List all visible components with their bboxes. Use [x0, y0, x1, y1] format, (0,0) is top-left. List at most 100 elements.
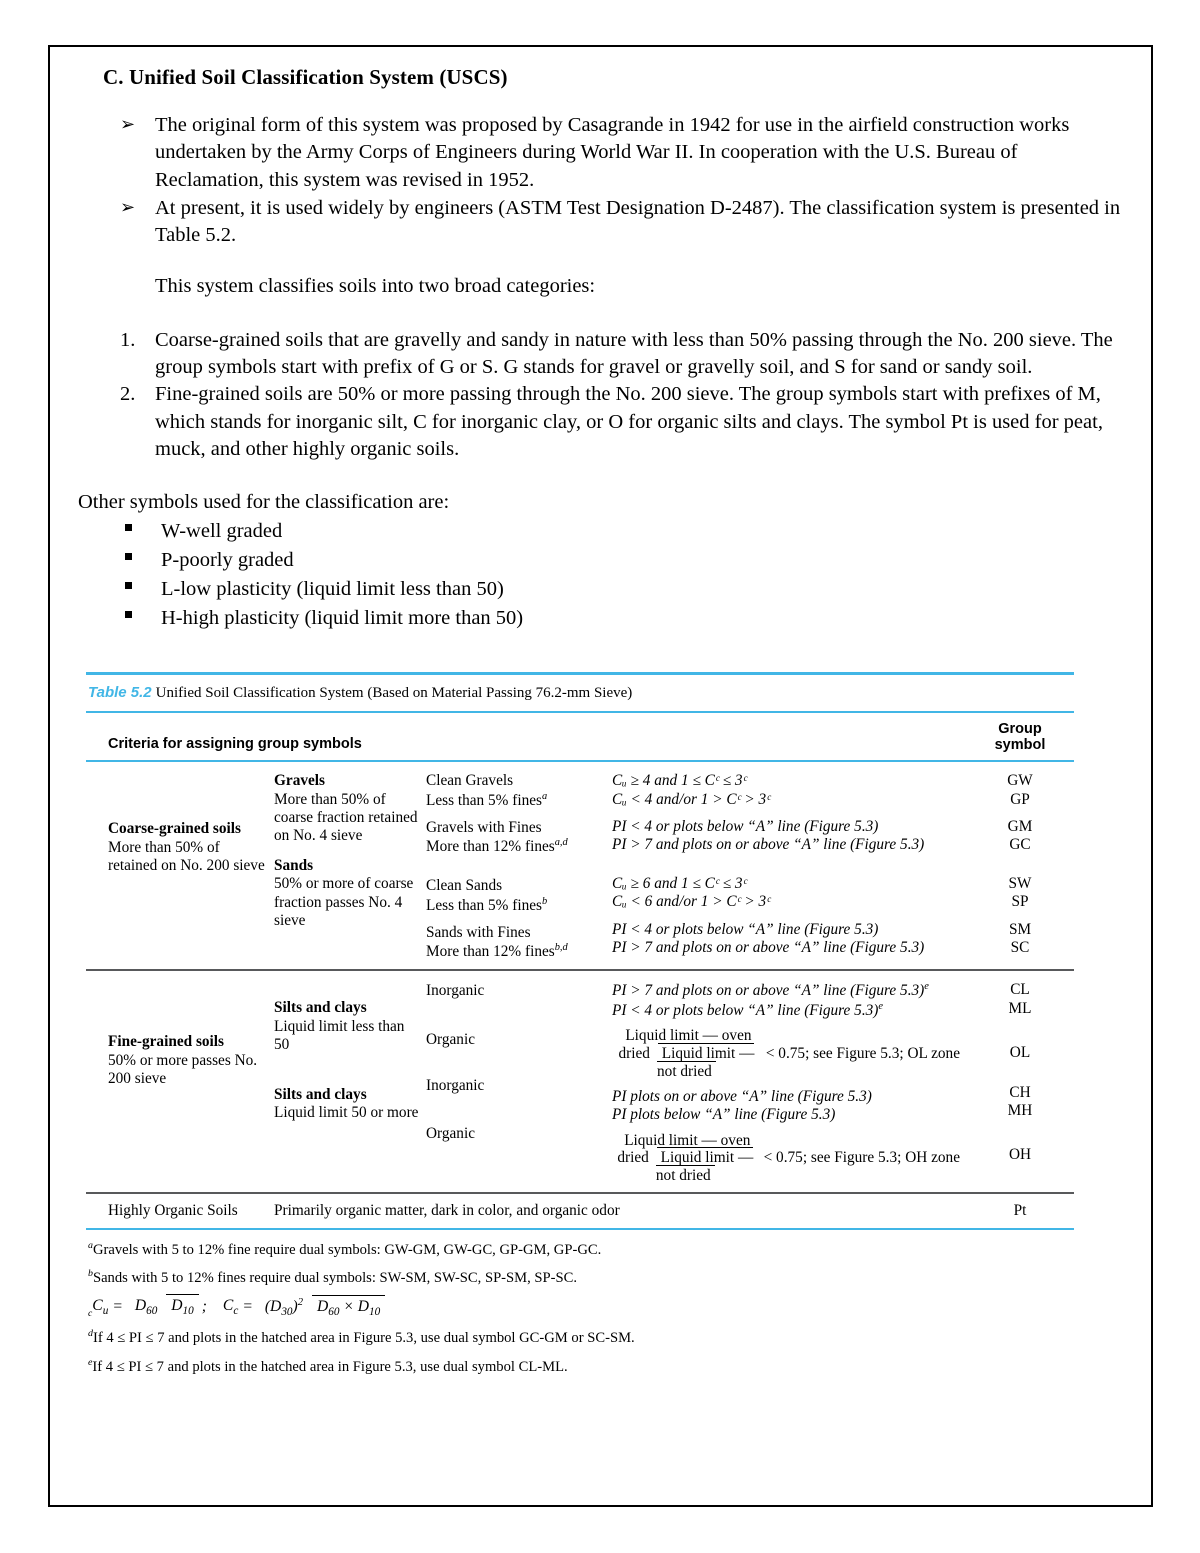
- footnote-ref: a: [541, 790, 548, 802]
- cc-symbol: Cc: [222, 1297, 239, 1318]
- division-detail: 50% or more of coarse fraction passes No…: [274, 875, 414, 929]
- footnote-text: If 4 ≤ PI ≤ 7 and plots in the hatched a…: [92, 1329, 635, 1346]
- subgroup-label: Inorganic: [426, 982, 485, 1000]
- list-item-text: W-well graded: [161, 519, 283, 542]
- subgroup-line1: Clean Gravels: [426, 772, 514, 790]
- arrow-bullet-icon: ➢: [120, 114, 136, 135]
- criteria-line: PI > 7 and plots on or above “A” line (F…: [612, 938, 925, 956]
- category-detail: 50% or more passes No. 200 sieve: [108, 1051, 258, 1087]
- page-title: C. Unified Soil Classification System (U…: [103, 65, 508, 89]
- criteria-group: Cᵤ ≥ 4 and 1 ≤ Cᶜ ≤ 3ᶜ Cᵤ < 4 and/or 1 >…: [612, 772, 960, 808]
- square-bullet-icon: [125, 610, 132, 618]
- column-header-criteria: Criteria for assigning group symbols: [108, 736, 362, 753]
- column-header-group-symbol: Group symbol: [966, 721, 1074, 753]
- group-symbol: OL: [1009, 1043, 1031, 1061]
- category-name: Fine-grained soils: [108, 1033, 225, 1051]
- footnote-ref: b: [541, 895, 548, 907]
- fraction-tail: < 0.75; see Figure 5.3; OH zone: [763, 1149, 960, 1167]
- group-symbol: SC: [1010, 938, 1030, 956]
- uscs-table-block: Table 5.2 Unified Soil Classification Sy…: [86, 671, 1074, 1378]
- cc-fraction: (D30)2 D60 × D10: [257, 1294, 388, 1319]
- group-symbol: GP: [1010, 790, 1030, 808]
- cell-criteria: PI > 7 and plots on or above “A” line (F…: [612, 971, 966, 1185]
- subgroup-line1: Sands with Fines: [426, 923, 531, 941]
- criteria-group: PI < 4 or plots below “A” line (Figure 5…: [612, 921, 960, 957]
- criteria-group: PI > 7 and plots on or above “A” line (F…: [612, 981, 960, 1020]
- square-bullet-icon: [125, 552, 132, 560]
- fraction-denominator: Liquid limit — not dried: [657, 1042, 755, 1080]
- arrow-bullet-icon: ➢: [120, 196, 136, 218]
- footnote-text: Gravels with 5 to 12% fine require dual …: [92, 1241, 602, 1258]
- arrow-bullet-list: ➢ The original form of this system was p…: [118, 112, 1128, 249]
- footnote: eIf 4 ≤ PI ≤ 7 and plots in the hatched …: [88, 1356, 1074, 1378]
- other-symbols-intro: Other symbols used for the classificatio…: [78, 491, 450, 514]
- subgroup-line2: More than 12% finesb,d: [426, 942, 568, 961]
- organic-label: Highly Organic Soils: [108, 1201, 238, 1219]
- criteria-line: PI < 4 or plots below “A” line (Figure 5…: [612, 920, 879, 938]
- criteria-line: Cᵤ < 6 and/or 1 > Cᶜ > 3ᶜ: [612, 893, 771, 911]
- subgroup-label: Organic: [426, 1125, 475, 1143]
- footnote-ref: e: [878, 1000, 884, 1012]
- table-header-row: Criteria for assigning group symbols Gro…: [86, 713, 1074, 760]
- group-symbol: CH: [1009, 1084, 1031, 1102]
- table-number: Table 5.2: [88, 683, 152, 701]
- numbered-list: 1. Coarse-grained soils that are gravell…: [118, 327, 1128, 464]
- division-name: Sands: [274, 857, 314, 875]
- subgroup-label: Organic: [426, 1030, 475, 1048]
- table-row: Fine-grained soils 50% or more passes No…: [86, 971, 1074, 1185]
- organic-description: Primarily organic matter, dark in color,…: [274, 1201, 620, 1219]
- footnote-ref: e: [924, 981, 929, 993]
- fraction-numerator: (D30)2: [264, 1296, 304, 1318]
- division-name: Gravels: [274, 772, 325, 790]
- group-symbol: SP: [1011, 893, 1029, 911]
- criteria-line: PI plots on or above “A” line (Figure 5.…: [612, 1088, 872, 1106]
- cell-group-symbol: GW GP GM GC SW SP SM SC: [966, 762, 1074, 961]
- category-detail: More than 50% of retained on No. 200 sie…: [108, 838, 265, 874]
- group-symbol: GM: [1007, 817, 1033, 835]
- subgroup: Sands with Fines More than 12% finesb,d: [426, 924, 606, 962]
- subgroup-line2: More than 12% finesa,d: [426, 837, 568, 856]
- page-content: C. Unified Soil Classification System (U…: [78, 65, 1128, 1384]
- lead-paragraph: This system classifies soils into two br…: [155, 275, 596, 298]
- page-border: C. Unified Soil Classification System (U…: [48, 45, 1153, 1507]
- symbol-bullet-list: W-well graded P-poorly graded L-low plas…: [118, 517, 1128, 633]
- criteria-group: Cᵤ ≥ 6 and 1 ≤ Cᶜ ≤ 3ᶜ Cᵤ < 6 and/or 1 >…: [612, 875, 960, 911]
- footnote-formula: c Cu = D60 D10 ; Cc = (D30)2 D60 × D10: [88, 1294, 1074, 1319]
- footnote-ref: b,d: [554, 942, 568, 954]
- criteria-group: PI plots on or above “A” line (Figure 5.…: [612, 1088, 960, 1124]
- list-item: 2. Fine-grained soils are 50% or more pa…: [118, 381, 1128, 463]
- criteria-line: PI > 7 and plots on or above “A” line (F…: [612, 981, 929, 1000]
- cell-subgroup: Clean Gravels Less than 5% finesa Gravel…: [426, 762, 612, 961]
- footnote: bSands with 5 to 12% fines require dual …: [88, 1267, 1074, 1289]
- cell-criteria: Cᵤ ≥ 4 and 1 ≤ Cᶜ ≤ 3ᶜ Cᵤ < 4 and/or 1 >…: [612, 762, 966, 961]
- equals-sign: =: [242, 1298, 253, 1316]
- fine-grained-section: Fine-grained soils 50% or more passes No…: [86, 971, 1074, 1185]
- table-caption-text: Unified Soil Classification System (Base…: [155, 684, 633, 701]
- fraction-denominator: D10: [166, 1294, 199, 1317]
- subgroup: Clean Gravels Less than 5% finesa: [426, 772, 606, 810]
- cell-category: Fine-grained soils 50% or more passes No…: [86, 971, 274, 1184]
- list-item: L-low plasticity (liquid limit less than…: [118, 575, 1128, 604]
- group-symbol: OH: [1008, 1146, 1032, 1164]
- criteria-line: PI < 4 or plots below “A” line (Figure 5…: [612, 817, 879, 835]
- square-bullet-icon: [125, 581, 132, 589]
- cell-subgroup: Inorganic Organic Inorganic Organic: [426, 971, 612, 1184]
- group-symbol: GW: [1007, 772, 1033, 790]
- list-item-text: H-high plasticity (liquid limit more tha…: [161, 606, 524, 629]
- subgroup-label: Inorganic: [426, 1076, 485, 1094]
- fraction-denominator: D60 × D10: [311, 1294, 386, 1318]
- list-item-text: P-poorly graded: [161, 548, 294, 571]
- list-item: H-high plasticity (liquid limit more tha…: [118, 604, 1128, 633]
- list-item: P-poorly graded: [118, 546, 1128, 575]
- subgroup: Clean Sands Less than 5% finesb: [426, 877, 606, 915]
- cu-symbol: Cu: [92, 1297, 109, 1318]
- criteria-line: Cᵤ ≥ 6 and 1 ≤ Cᶜ ≤ 3ᶜ: [612, 875, 747, 893]
- cell-division: Gravels More than 50% of coarse fraction…: [274, 762, 426, 961]
- category-name: Coarse-grained soils: [108, 820, 241, 838]
- subgroup-line1: Gravels with Fines: [426, 818, 542, 836]
- list-item: W-well graded: [118, 517, 1128, 546]
- criteria-line: Cᵤ < 4 and/or 1 > Cᶜ > 3ᶜ: [612, 790, 771, 808]
- highly-organic-soils-row: Highly Organic Soils Primarily organic m…: [86, 1194, 1074, 1228]
- group-symbol: CL: [1010, 981, 1030, 999]
- criteria-line: Cᵤ ≥ 4 and 1 ≤ Cᶜ ≤ 3ᶜ: [612, 772, 747, 790]
